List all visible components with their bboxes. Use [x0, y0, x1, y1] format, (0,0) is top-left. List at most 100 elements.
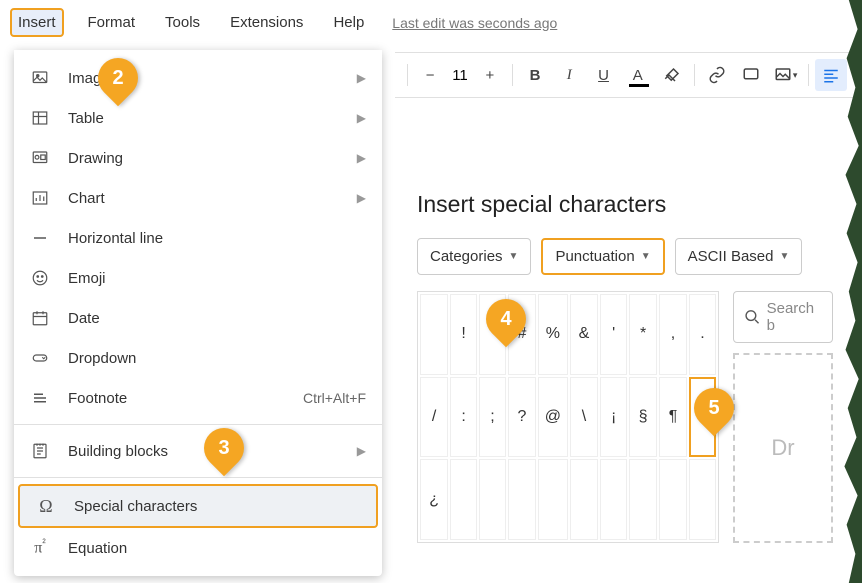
underline-button[interactable]: U	[587, 59, 619, 91]
char-cell[interactable]	[600, 459, 627, 540]
omega-icon: Ω	[36, 496, 56, 516]
menu-item-emoji[interactable]: Emoji	[14, 258, 382, 298]
link-button[interactable]	[701, 59, 733, 91]
search-input[interactable]: Search b	[733, 291, 833, 343]
drawing-search-box[interactable]: Dr	[733, 353, 833, 543]
menu-item-dropdown[interactable]: Dropdown	[14, 338, 382, 378]
hr-icon	[30, 228, 50, 248]
char-cell[interactable]	[508, 459, 536, 540]
char-cell[interactable]: ¶	[659, 377, 687, 458]
char-cell[interactable]	[450, 459, 477, 540]
punctuation-filter[interactable]: Punctuation▼	[541, 238, 664, 275]
ascii-filter[interactable]: ASCII Based▼	[675, 238, 803, 275]
date-icon	[30, 308, 50, 328]
menu-item-table[interactable]: Table▶	[14, 98, 382, 138]
char-cell[interactable]: ?	[508, 377, 536, 458]
char-cell[interactable]: !	[450, 294, 477, 375]
char-cell[interactable]: ¿	[420, 459, 448, 540]
search-icon	[744, 308, 761, 326]
bold-button[interactable]: B	[519, 59, 551, 91]
highlight-button[interactable]	[656, 59, 688, 91]
footnote-icon	[30, 388, 50, 408]
menu-item-footnote[interactable]: FootnoteCtrl+Alt+F	[14, 378, 382, 418]
char-cell[interactable]: &	[570, 294, 598, 375]
dropdown-icon	[30, 348, 50, 368]
char-cell[interactable]: '	[600, 294, 627, 375]
drawing-icon	[30, 148, 50, 168]
image-icon	[30, 68, 50, 88]
align-left-button[interactable]	[815, 59, 847, 91]
char-cell[interactable]: %	[538, 294, 568, 375]
menu-extensions[interactable]: Extensions	[224, 10, 309, 35]
char-cell[interactable]: .	[689, 294, 716, 375]
char-cell[interactable]	[689, 459, 716, 540]
annotation-5: 5	[694, 388, 734, 428]
char-cell[interactable]	[629, 459, 657, 540]
table-icon	[30, 108, 50, 128]
menu-item-equation[interactable]: π² Equation	[14, 528, 382, 568]
panel-title: Insert special characters	[417, 191, 833, 218]
last-edit-link[interactable]: Last edit was seconds ago	[392, 15, 557, 31]
chevron-right-icon: ▶	[357, 71, 366, 85]
char-cell[interactable]: ,	[659, 294, 687, 375]
annotation-4: 4	[486, 299, 526, 339]
char-cell[interactable]	[538, 459, 568, 540]
menu-item-drawing[interactable]: Drawing▶	[14, 138, 382, 178]
char-cell[interactable]: *	[629, 294, 657, 375]
menu-item-label: Table	[68, 110, 357, 127]
menu-item-label: Footnote	[68, 390, 303, 407]
char-cell[interactable]: \	[570, 377, 598, 458]
special-characters-panel: Insert special characters Categories▼ Pu…	[395, 175, 855, 559]
menu-insert[interactable]: Insert	[10, 8, 64, 37]
character-grid: !"#%&'*,./:;?@\¡§¶·¿	[417, 291, 719, 543]
insert-dropdown-menu: Image▶Table▶Drawing▶Chart▶Horizontal lin…	[14, 50, 382, 576]
menubar: Insert Format Tools Extensions Help Last…	[0, 0, 862, 45]
equation-icon: π²	[30, 538, 50, 558]
menu-item-image[interactable]: Image▶	[14, 58, 382, 98]
menu-item-label: Date	[68, 310, 366, 327]
font-size-increase-button[interactable]: +	[474, 59, 506, 91]
chevron-right-icon: ▶	[357, 151, 366, 165]
menu-item-label: Drawing	[68, 150, 357, 167]
toolbar: − 11 + B I U A ▾	[395, 52, 855, 98]
menu-item-special-characters[interactable]: Ω Special characters	[18, 484, 378, 528]
font-size-decrease-button[interactable]: −	[414, 59, 446, 91]
menu-item-label: Emoji	[68, 270, 366, 287]
menu-item-date[interactable]: Date	[14, 298, 382, 338]
chart-icon	[30, 188, 50, 208]
menu-item-label: Dropdown	[68, 350, 366, 367]
text-color-button[interactable]: A	[622, 59, 654, 91]
font-size-value[interactable]: 11	[448, 67, 472, 84]
menu-help[interactable]: Help	[327, 10, 370, 35]
image-button[interactable]: ▾	[770, 59, 802, 91]
char-cell[interactable]: @	[538, 377, 568, 458]
char-cell[interactable]: ;	[479, 377, 506, 458]
menu-item-label: Special characters	[74, 498, 360, 515]
menu-item-chart[interactable]: Chart▶	[14, 178, 382, 218]
char-cell[interactable]	[570, 459, 598, 540]
menu-item-building-blocks[interactable]: Building blocks▶	[14, 431, 382, 471]
chevron-right-icon: ▶	[357, 444, 366, 458]
categories-filter[interactable]: Categories▼	[417, 238, 531, 275]
annotation-3: 3	[204, 428, 244, 468]
char-cell[interactable]: /	[420, 377, 448, 458]
char-cell[interactable]	[420, 294, 448, 375]
menu-item-label: Horizontal line	[68, 230, 366, 247]
emoji-icon	[30, 268, 50, 288]
char-cell[interactable]: :	[450, 377, 477, 458]
menu-format[interactable]: Format	[82, 10, 142, 35]
char-cell[interactable]: §	[629, 377, 657, 458]
char-cell[interactable]	[659, 459, 687, 540]
menu-item-label: Equation	[68, 540, 366, 557]
char-cell[interactable]: ¡	[600, 377, 627, 458]
comment-button[interactable]	[735, 59, 767, 91]
blocks-icon	[30, 441, 50, 461]
menu-item-horizontal-line[interactable]: Horizontal line	[14, 218, 382, 258]
italic-button[interactable]: I	[553, 59, 585, 91]
menu-tools[interactable]: Tools	[159, 10, 206, 35]
char-cell[interactable]	[479, 459, 506, 540]
menu-item-label: Chart	[68, 190, 357, 207]
annotation-2: 2	[98, 58, 138, 98]
chevron-right-icon: ▶	[357, 111, 366, 125]
menu-item-shortcut: Ctrl+Alt+F	[303, 390, 366, 406]
